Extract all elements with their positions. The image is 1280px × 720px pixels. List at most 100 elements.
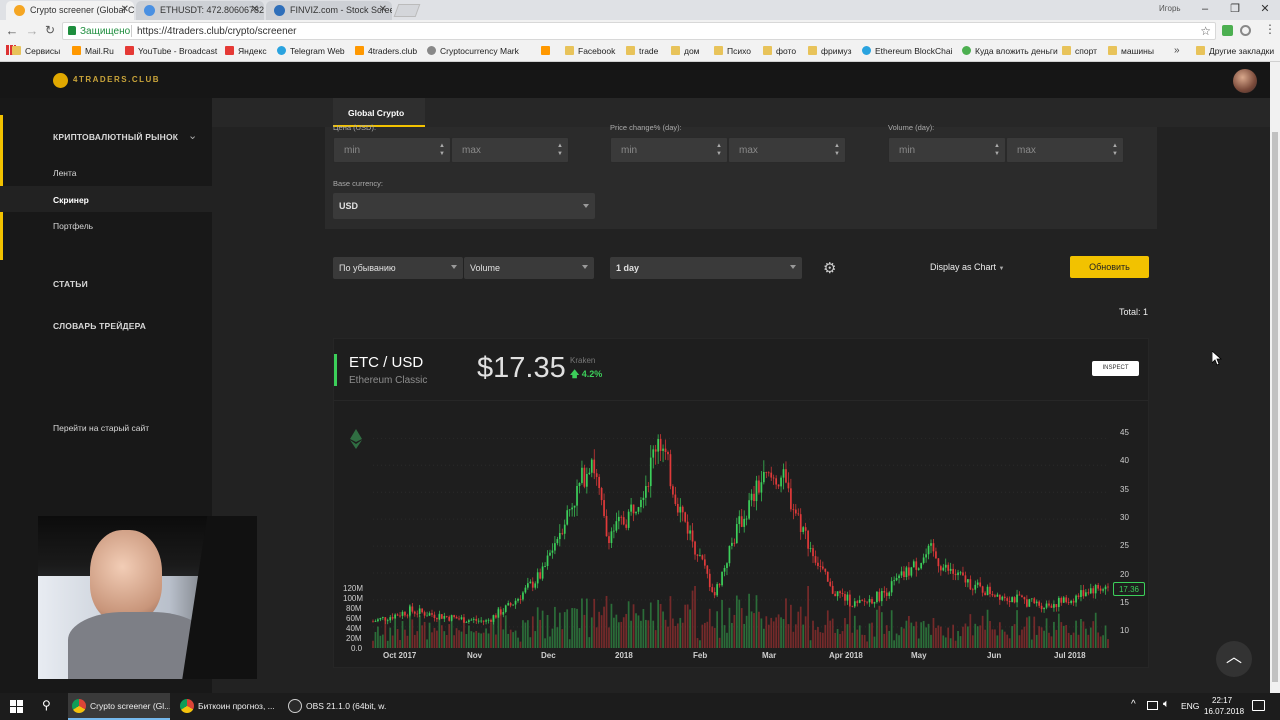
other-bookmarks[interactable]: Другие закладки (1196, 46, 1274, 56)
refresh-button[interactable]: Обновить (1070, 256, 1149, 278)
volume-max-input[interactable]: max ▲ ▼ (1006, 137, 1124, 163)
sidebar-section-market[interactable]: КРИПТОВАЛЮТНЫЙ РЫНОК (53, 132, 178, 142)
profile-name[interactable]: Игорь (1159, 4, 1181, 13)
browser-tab[interactable]: Crypto screener (Global C ✕ (6, 1, 134, 20)
forward-icon[interactable]: → (24, 23, 40, 38)
obs-icon (288, 699, 302, 713)
network-icon[interactable] (1147, 701, 1158, 710)
scrollbar-thumb[interactable] (1272, 132, 1278, 682)
stepper-icon[interactable]: ▲ ▼ (834, 142, 842, 158)
inspect-button[interactable]: INSPECT (1092, 361, 1139, 376)
volume-min-input[interactable]: min ▲ ▼ (888, 137, 1006, 163)
stepper-icon[interactable]: ▲ ▼ (439, 142, 447, 158)
taskbar-app-chrome-2[interactable]: Биткоин прогноз, ... (176, 693, 278, 720)
candle (684, 512, 687, 522)
bookmark[interactable]: Ethereum BlockChai (862, 46, 952, 56)
price-min-input[interactable]: min ▲ ▼ (333, 137, 451, 163)
avatar[interactable] (1233, 69, 1257, 93)
bookmark[interactable]: спорт (1062, 46, 1097, 56)
gear-icon[interactable]: ⚙ (823, 259, 836, 277)
address-bar[interactable]: Защищено https://4traders.club/crypto/sc… (62, 22, 1216, 40)
bookmark[interactable]: Mail.Ru (72, 46, 114, 56)
sidebar-item-portfolio[interactable]: Портфель (53, 221, 93, 231)
stepper-icon[interactable]: ▲ ▼ (716, 142, 724, 158)
browser-tab[interactable]: ETHUSDT: 472.80606782 ✕ (136, 1, 264, 20)
volume-bar (593, 598, 596, 648)
bookmark[interactable]: фото (763, 46, 796, 56)
scrollbar[interactable] (1270, 62, 1280, 693)
bookmark[interactable]: машины (1108, 46, 1154, 56)
close-icon[interactable]: ✕ (251, 4, 259, 15)
bookmark[interactable]: Facebook (565, 46, 615, 56)
close-icon[interactable]: ✕ (121, 4, 129, 15)
bookmark[interactable]: Cryptocurrency Mark (427, 46, 519, 56)
price-max-input[interactable]: max ▲ ▼ (451, 137, 569, 163)
sidebar-item-old-site[interactable]: Перейти на старый сайт (53, 423, 149, 433)
period-select[interactable]: 1 day (610, 257, 802, 279)
x-tick-label: 2018 (615, 651, 633, 660)
back-icon[interactable]: ← (4, 23, 20, 38)
bookmark[interactable]: Яндекс (225, 46, 267, 56)
sidebar-item-feed[interactable]: Лента (53, 168, 77, 178)
change-max-input[interactable]: max ▲ ▼ (728, 137, 846, 163)
bookmark[interactable]: Куда вложить деньги (962, 46, 1058, 56)
extension-icon[interactable] (1240, 25, 1251, 36)
volume-bar (917, 638, 920, 648)
sidebar-item-screener[interactable]: Скринер (53, 195, 89, 205)
sidebar-item-dictionary[interactable]: СЛОВАРЬ ТРЕЙДЕРА (53, 321, 146, 331)
change-min-input[interactable]: min ▲ ▼ (610, 137, 728, 163)
volume-bar (883, 633, 886, 648)
pair-title[interactable]: ETC / USD (349, 354, 423, 371)
display-mode-toggle[interactable]: Display as Chart ▼ (930, 262, 1005, 272)
language-indicator[interactable]: ENG (1181, 701, 1199, 711)
maximize-icon[interactable]: ❐ (1220, 0, 1250, 20)
candle (996, 594, 999, 597)
candle (824, 568, 827, 572)
sort-order-select[interactable]: По убыванию (333, 257, 463, 279)
bookmark[interactable]: фримуз (808, 46, 852, 56)
bookmarks-overflow[interactable]: » (1174, 45, 1180, 56)
bookmark[interactable]: Сервисы (12, 46, 60, 56)
base-currency-label: Base currency: (333, 179, 384, 188)
volume-bar (630, 620, 632, 648)
taskbar-app-obs[interactable]: OBS 21.1.0 (64bit, w... (284, 693, 386, 720)
bookmark[interactable]: trade (626, 46, 658, 56)
base-currency-select[interactable]: USD (333, 193, 595, 219)
clock-time[interactable]: 22:17 (1212, 696, 1232, 705)
sidebar-item-articles[interactable]: СТАТЬИ (53, 279, 88, 289)
site-logo[interactable]: 4TRADERS.CLUB (73, 75, 160, 84)
url-text[interactable]: https://4traders.club/crypto/screener (137, 26, 297, 37)
new-tab-button[interactable] (393, 4, 421, 17)
browser-tab[interactable]: FINVIZ.com - Stock Scree ✕ (266, 1, 392, 20)
windows-start-icon[interactable] (10, 700, 23, 713)
minimize-icon[interactable]: – (1190, 0, 1220, 20)
reload-icon[interactable]: ↻ (42, 23, 58, 37)
volume-bar (546, 614, 549, 648)
stepper-icon[interactable]: ▲ ▼ (994, 142, 1002, 158)
scroll-to-top-button[interactable]: ︿ (1216, 641, 1252, 677)
stepper-icon[interactable]: ▲ ▼ (1112, 142, 1120, 158)
stepper-icon[interactable]: ▲ ▼ (557, 142, 565, 158)
bookmark[interactable]: YouTube - Broadcast (125, 46, 217, 56)
bookmark[interactable]: дом (671, 46, 700, 56)
bookmark[interactable]: Психо (714, 46, 751, 56)
clock-date[interactable]: 16.07.2018 (1204, 707, 1244, 716)
candle (529, 581, 532, 584)
notification-icon[interactable] (1252, 700, 1265, 711)
chevron-down-icon[interactable]: ⌄ (188, 129, 197, 142)
extension-icon[interactable] (1222, 25, 1233, 36)
volume-icon[interactable]: 🔈︎ (1163, 698, 1170, 711)
close-icon[interactable]: ✕ (379, 4, 387, 15)
volume-bar (1062, 625, 1065, 648)
candle (858, 599, 861, 603)
bookmark[interactable]: Telegram Web (277, 46, 345, 56)
star-icon[interactable]: ☆ (1200, 24, 1211, 38)
tray-chevron-up-icon[interactable]: ^ (1131, 699, 1136, 710)
close-window-icon[interactable]: ✕ (1250, 0, 1280, 20)
menu-icon[interactable]: ⋮ (1264, 22, 1276, 36)
bookmark[interactable]: 4traders.club (355, 46, 417, 56)
sort-field-select[interactable]: Volume (464, 257, 594, 279)
price-chart[interactable] (333, 400, 1149, 668)
taskbar-app-chrome[interactable]: Crypto screener (Gl... (68, 693, 170, 720)
search-icon[interactable]: ⚲ (42, 698, 51, 712)
